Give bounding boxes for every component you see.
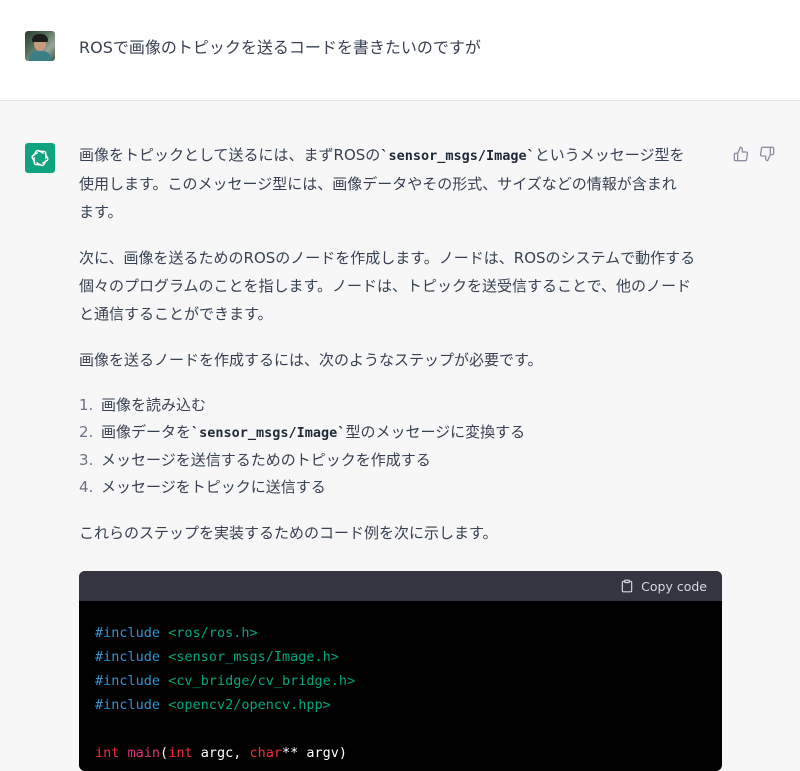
paragraph-1: 画像をトピックとして送るには、まずROSの`sensor_msgs/Image`… bbox=[79, 146, 685, 221]
copy-code-label: Copy code bbox=[641, 578, 707, 594]
paragraph-4: これらのステップを実装するためのコード例を次に示します。 bbox=[79, 524, 498, 542]
copy-code-button[interactable]: Copy code bbox=[620, 579, 707, 594]
clipboard-icon bbox=[621, 579, 633, 593]
thumbs-up-icon[interactable] bbox=[733, 146, 749, 162]
code-line: #include <opencv2/opencv.hpp> bbox=[95, 697, 331, 713]
feedback-buttons bbox=[733, 146, 775, 162]
chatgpt-logo-icon bbox=[25, 143, 55, 173]
paragraph-3: 画像を送るノードを作成するには、次のようなステップが必要です。 bbox=[79, 351, 543, 369]
list-item: 1. 画像を読み込む bbox=[79, 396, 207, 414]
inline-code: `sensor_msgs/Image` bbox=[380, 148, 535, 164]
code-block: Copy code #include <ros/ros.h> #include <… bbox=[79, 571, 722, 771]
assistant-message-row: 画像をトピックとして送るには、まずROSの`sensor_msgs/Image`… bbox=[0, 101, 800, 771]
paragraph-2: 次に、画像を送るためのROSのノードを作成します。ノードは、ROSのシステムで動… bbox=[79, 249, 696, 323]
user-avatar bbox=[25, 31, 55, 61]
user-message-row: ROSで画像のトピックを送るコードを書きたいのですが bbox=[0, 0, 800, 101]
list-item: 4. メッセージをトピックに送信する bbox=[79, 478, 326, 496]
list-item: 2. 画像データを`sensor_msgs/Image`型のメッセージに変換する bbox=[79, 423, 526, 441]
code-line: #include <sensor_msgs/Image.h> bbox=[95, 649, 339, 665]
steps-list: 1. 画像を読み込む 2. 画像データを`sensor_msgs/Image`型のメ… bbox=[79, 392, 724, 501]
code-block-header: Copy code bbox=[79, 571, 722, 601]
user-message-text: ROSで画像のトピックを送るコードを書きたいのですが bbox=[79, 38, 481, 57]
inline-code: `sensor_msgs/Image` bbox=[191, 425, 346, 441]
list-item: 3. メッセージを送信するためのトピックを作成する bbox=[79, 451, 431, 469]
assistant-message-content: 画像をトピックとして送るには、まずROSの`sensor_msgs/Image`… bbox=[79, 141, 724, 547]
code-line: int main(int argc, char** argv) bbox=[95, 745, 348, 761]
thumbs-down-icon[interactable] bbox=[759, 146, 775, 162]
code-line: #include <ros/ros.h> bbox=[95, 625, 258, 641]
code-line: #include <cv_bridge/cv_bridge.h> bbox=[95, 673, 356, 689]
code-line-empty bbox=[95, 717, 706, 741]
code-body: #include <ros/ros.h> #include <sensor_msg… bbox=[79, 601, 722, 765]
